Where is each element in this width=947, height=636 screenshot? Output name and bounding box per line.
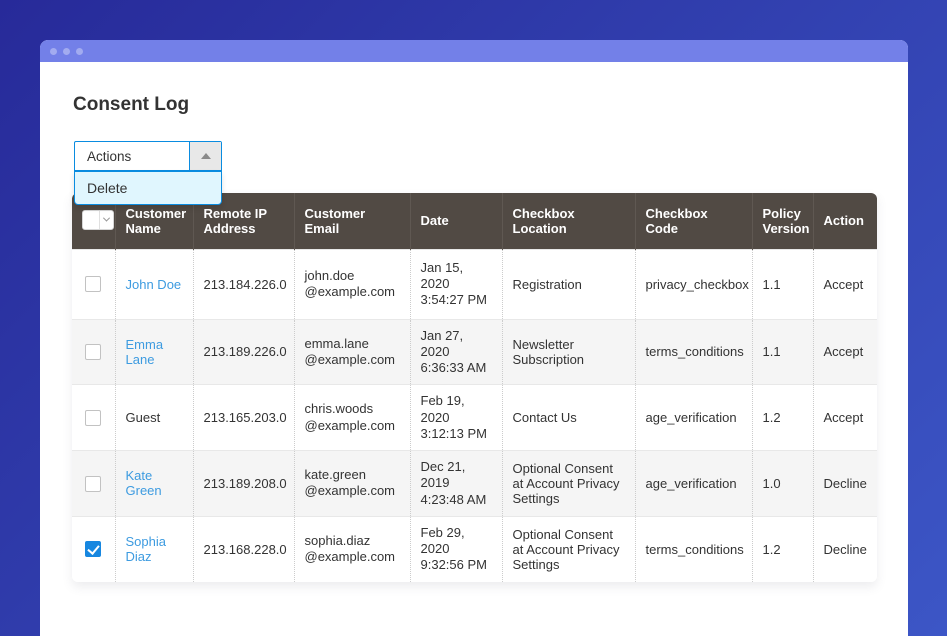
select-all-checkbox[interactable] <box>83 211 99 229</box>
time-part: 6:36:33 AM <box>421 360 492 376</box>
actions-arrow-segment[interactable] <box>189 142 221 170</box>
chevron-down-icon <box>103 215 110 222</box>
email-user: emma.lane <box>305 336 400 352</box>
location-cell: Optional Consent at Account Privacy Sett… <box>502 516 635 581</box>
column-header-customer-email[interactable]: Customer Email <box>294 193 410 249</box>
code-cell: privacy_checkbox <box>635 249 752 319</box>
email-domain: @example.com <box>305 418 400 434</box>
time-part: 4:23:48 AM <box>421 492 492 508</box>
date-part: Dec 21, 2019 <box>421 459 492 492</box>
customer-name-link[interactable]: Sophia Diaz <box>126 534 166 564</box>
policy-cell: 1.1 <box>752 319 813 385</box>
customer-name-text: Guest <box>115 385 193 451</box>
email-cell: kate.green @example.com <box>294 451 410 517</box>
column-header-date[interactable]: Date <box>410 193 502 249</box>
date-cell: Jan 15, 2020 3:54:27 PM <box>410 249 502 319</box>
email-domain: @example.com <box>305 549 400 565</box>
actions-button[interactable]: Actions <box>74 141 222 171</box>
location-cell: Newsletter Subscription <box>502 319 635 385</box>
page-title: Consent Log <box>73 94 876 116</box>
consent-log-table: Customer Name Remote IP Address Customer… <box>72 193 877 582</box>
remote-ip-cell: 213.184.226.0 <box>193 249 294 319</box>
consent-log-grid: Customer Name Remote IP Address Customer… <box>72 193 877 582</box>
policy-cell: 1.2 <box>752 385 813 451</box>
email-domain: @example.com <box>305 483 400 499</box>
policy-cell: 1.2 <box>752 516 813 581</box>
customer-name-link[interactable]: Kate Green <box>126 468 162 498</box>
email-domain: @example.com <box>305 284 400 300</box>
date-cell: Jan 27, 2020 6:36:33 AM <box>410 319 502 385</box>
action-cell: Accept <box>813 385 877 451</box>
time-part: 3:12:13 PM <box>421 426 492 442</box>
time-part: 3:54:27 PM <box>421 292 492 308</box>
table-row: Emma Lane 213.189.226.0 emma.lane @examp… <box>72 319 877 385</box>
code-cell: age_verification <box>635 451 752 517</box>
column-header-checkbox-code[interactable]: Checkbox Code <box>635 193 752 249</box>
customer-name-link[interactable]: John Doe <box>126 277 182 292</box>
policy-cell: 1.1 <box>752 249 813 319</box>
action-cell: Decline <box>813 516 877 581</box>
date-part: Jan 27, 2020 <box>421 328 492 361</box>
menu-item-delete[interactable]: Delete <box>75 172 221 204</box>
table-row: John Doe 213.184.226.0 john.doe @example… <box>72 249 877 319</box>
column-header-policy-version[interactable]: Policy Version <box>752 193 813 249</box>
action-cell: Decline <box>813 451 877 517</box>
date-part: Feb 29, 2020 <box>421 525 492 558</box>
code-cell: age_verification <box>635 385 752 451</box>
date-cell: Dec 21, 2019 4:23:48 AM <box>410 451 502 517</box>
remote-ip-cell: 213.168.228.0 <box>193 516 294 581</box>
row-checkbox[interactable] <box>85 276 101 292</box>
column-header-action[interactable]: Action <box>813 193 877 249</box>
date-cell: Feb 19, 2020 3:12:13 PM <box>410 385 502 451</box>
customer-name-link[interactable]: Emma Lane <box>126 337 164 367</box>
remote-ip-cell: 213.165.203.0 <box>193 385 294 451</box>
select-all-dropdown[interactable] <box>99 211 113 229</box>
email-user: sophia.diaz <box>305 533 400 549</box>
window-dot-icon[interactable] <box>50 48 57 55</box>
actions-dropdown: Actions Delete <box>74 141 222 171</box>
location-cell: Contact Us <box>502 385 635 451</box>
column-header-checkbox-location[interactable]: Checkbox Location <box>502 193 635 249</box>
window-titlebar <box>40 40 908 62</box>
select-all-control[interactable] <box>82 210 114 230</box>
date-part: Feb 19, 2020 <box>421 393 492 426</box>
window-dot-icon[interactable] <box>63 48 70 55</box>
code-cell: terms_conditions <box>635 319 752 385</box>
actions-menu: Delete <box>74 171 222 205</box>
remote-ip-cell: 213.189.208.0 <box>193 451 294 517</box>
app-window: Consent Log Actions Delete <box>40 40 908 636</box>
row-checkbox[interactable] <box>85 344 101 360</box>
row-checkbox[interactable] <box>85 476 101 492</box>
email-user: kate.green <box>305 467 400 483</box>
email-cell: chris.woods @example.com <box>294 385 410 451</box>
row-checkbox[interactable] <box>85 541 101 557</box>
remote-ip-cell: 213.189.226.0 <box>193 319 294 385</box>
triangle-up-icon <box>201 153 211 159</box>
date-cell: Feb 29, 2020 9:32:56 PM <box>410 516 502 581</box>
table-row: Guest 213.165.203.0 chris.woods @example… <box>72 385 877 451</box>
actions-button-label: Actions <box>75 142 189 170</box>
email-domain: @example.com <box>305 352 400 368</box>
policy-cell: 1.0 <box>752 451 813 517</box>
date-part: Jan 15, 2020 <box>421 260 492 293</box>
table-row: Kate Green 213.189.208.0 kate.green @exa… <box>72 451 877 517</box>
table-row: Sophia Diaz 213.168.228.0 sophia.diaz @e… <box>72 516 877 581</box>
row-checkbox[interactable] <box>85 410 101 426</box>
action-cell: Accept <box>813 319 877 385</box>
window-dot-icon[interactable] <box>76 48 83 55</box>
code-cell: terms_conditions <box>635 516 752 581</box>
action-cell: Accept <box>813 249 877 319</box>
location-cell: Optional Consent at Account Privacy Sett… <box>502 451 635 517</box>
email-user: chris.woods <box>305 401 400 417</box>
email-cell: sophia.diaz @example.com <box>294 516 410 581</box>
page-content: Consent Log Actions Delete <box>40 94 908 582</box>
email-cell: emma.lane @example.com <box>294 319 410 385</box>
location-cell: Registration <box>502 249 635 319</box>
email-user: john.doe <box>305 268 400 284</box>
email-cell: john.doe @example.com <box>294 249 410 319</box>
time-part: 9:32:56 PM <box>421 557 492 573</box>
